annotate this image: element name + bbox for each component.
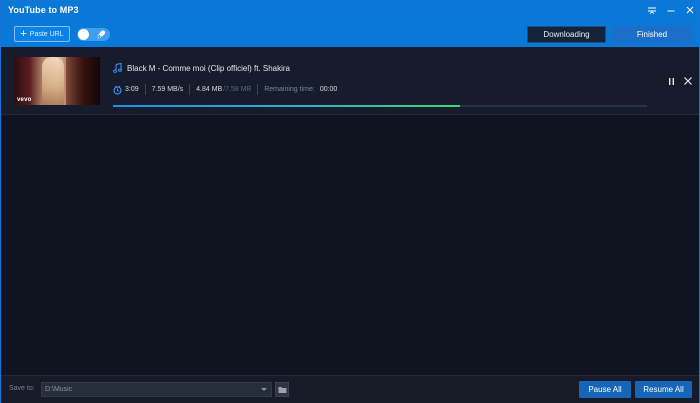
close-window-icon[interactable] [685, 5, 695, 15]
minimize-icon[interactable] [666, 5, 676, 15]
resume-all-button[interactable]: Resume All [635, 381, 692, 398]
pause-all-button[interactable]: Pause All [579, 381, 631, 398]
duration-icon [113, 85, 122, 94]
rocket-icon [97, 30, 106, 39]
save-path-select[interactable]: D:\Music [41, 382, 272, 397]
download-item: vevo Black M - Comme moi (Clip officiel)… [1, 47, 699, 115]
paste-url-button[interactable]: + Paste URL [14, 26, 70, 42]
vevo-logo: vevo [17, 97, 32, 103]
pause-icon [668, 77, 674, 85]
music-note-icon [113, 63, 122, 73]
total-size: /7.58 MB [223, 86, 252, 93]
video-thumbnail: vevo [14, 57, 100, 105]
song-title: Black M - Comme moi (Clip officiel) ft. … [127, 63, 290, 73]
divider [189, 84, 191, 95]
plus-icon: + [20, 28, 27, 40]
divider [144, 84, 146, 95]
progress-fill [113, 105, 461, 107]
tab-downloading[interactable]: Downloading [527, 26, 606, 43]
save-to-label: Save to: [9, 385, 35, 392]
remaining-label: Remaining time: [264, 86, 315, 93]
pause-download-button[interactable] [665, 75, 677, 87]
chevron-down-icon [261, 388, 267, 391]
app-window: YouTube to MP3 + Paste URL Downloading F… [0, 0, 700, 403]
close-icon [684, 77, 692, 85]
toolbar: + Paste URL Downloading Finished [1, 19, 699, 47]
app-title: YouTube to MP3 [8, 5, 79, 15]
speed-value: 7.59 MB/s [151, 86, 184, 93]
paste-url-label: Paste URL [29, 30, 64, 38]
duration-value: 3:09 [125, 86, 139, 93]
toggle-knob [78, 29, 89, 40]
remove-download-button[interactable] [682, 75, 694, 87]
settings-icon[interactable] [647, 5, 657, 15]
save-path-value: D:\Music [45, 386, 73, 393]
folder-icon [278, 386, 286, 393]
footer-bar: Save to: D:\Music Pause All Resume All [1, 375, 699, 403]
turbo-mode-toggle[interactable] [77, 28, 110, 41]
window-controls [647, 1, 695, 19]
title-bar: YouTube to MP3 [1, 1, 699, 19]
browse-folder-button[interactable] [275, 382, 289, 397]
downloaded-size: 4.84 MB [196, 86, 223, 93]
tab-finished[interactable]: Finished [612, 26, 692, 43]
progress-bar [113, 105, 647, 107]
download-stats: 3:09 7.59 MB/s 4.84 MB /7.58 MB Remainin… [113, 84, 337, 95]
remaining-time: 00:00 [319, 86, 338, 93]
song-title-row: Black M - Comme moi (Clip officiel) ft. … [113, 63, 290, 73]
download-list: vevo Black M - Comme moi (Clip officiel)… [1, 47, 699, 375]
divider [257, 84, 259, 95]
